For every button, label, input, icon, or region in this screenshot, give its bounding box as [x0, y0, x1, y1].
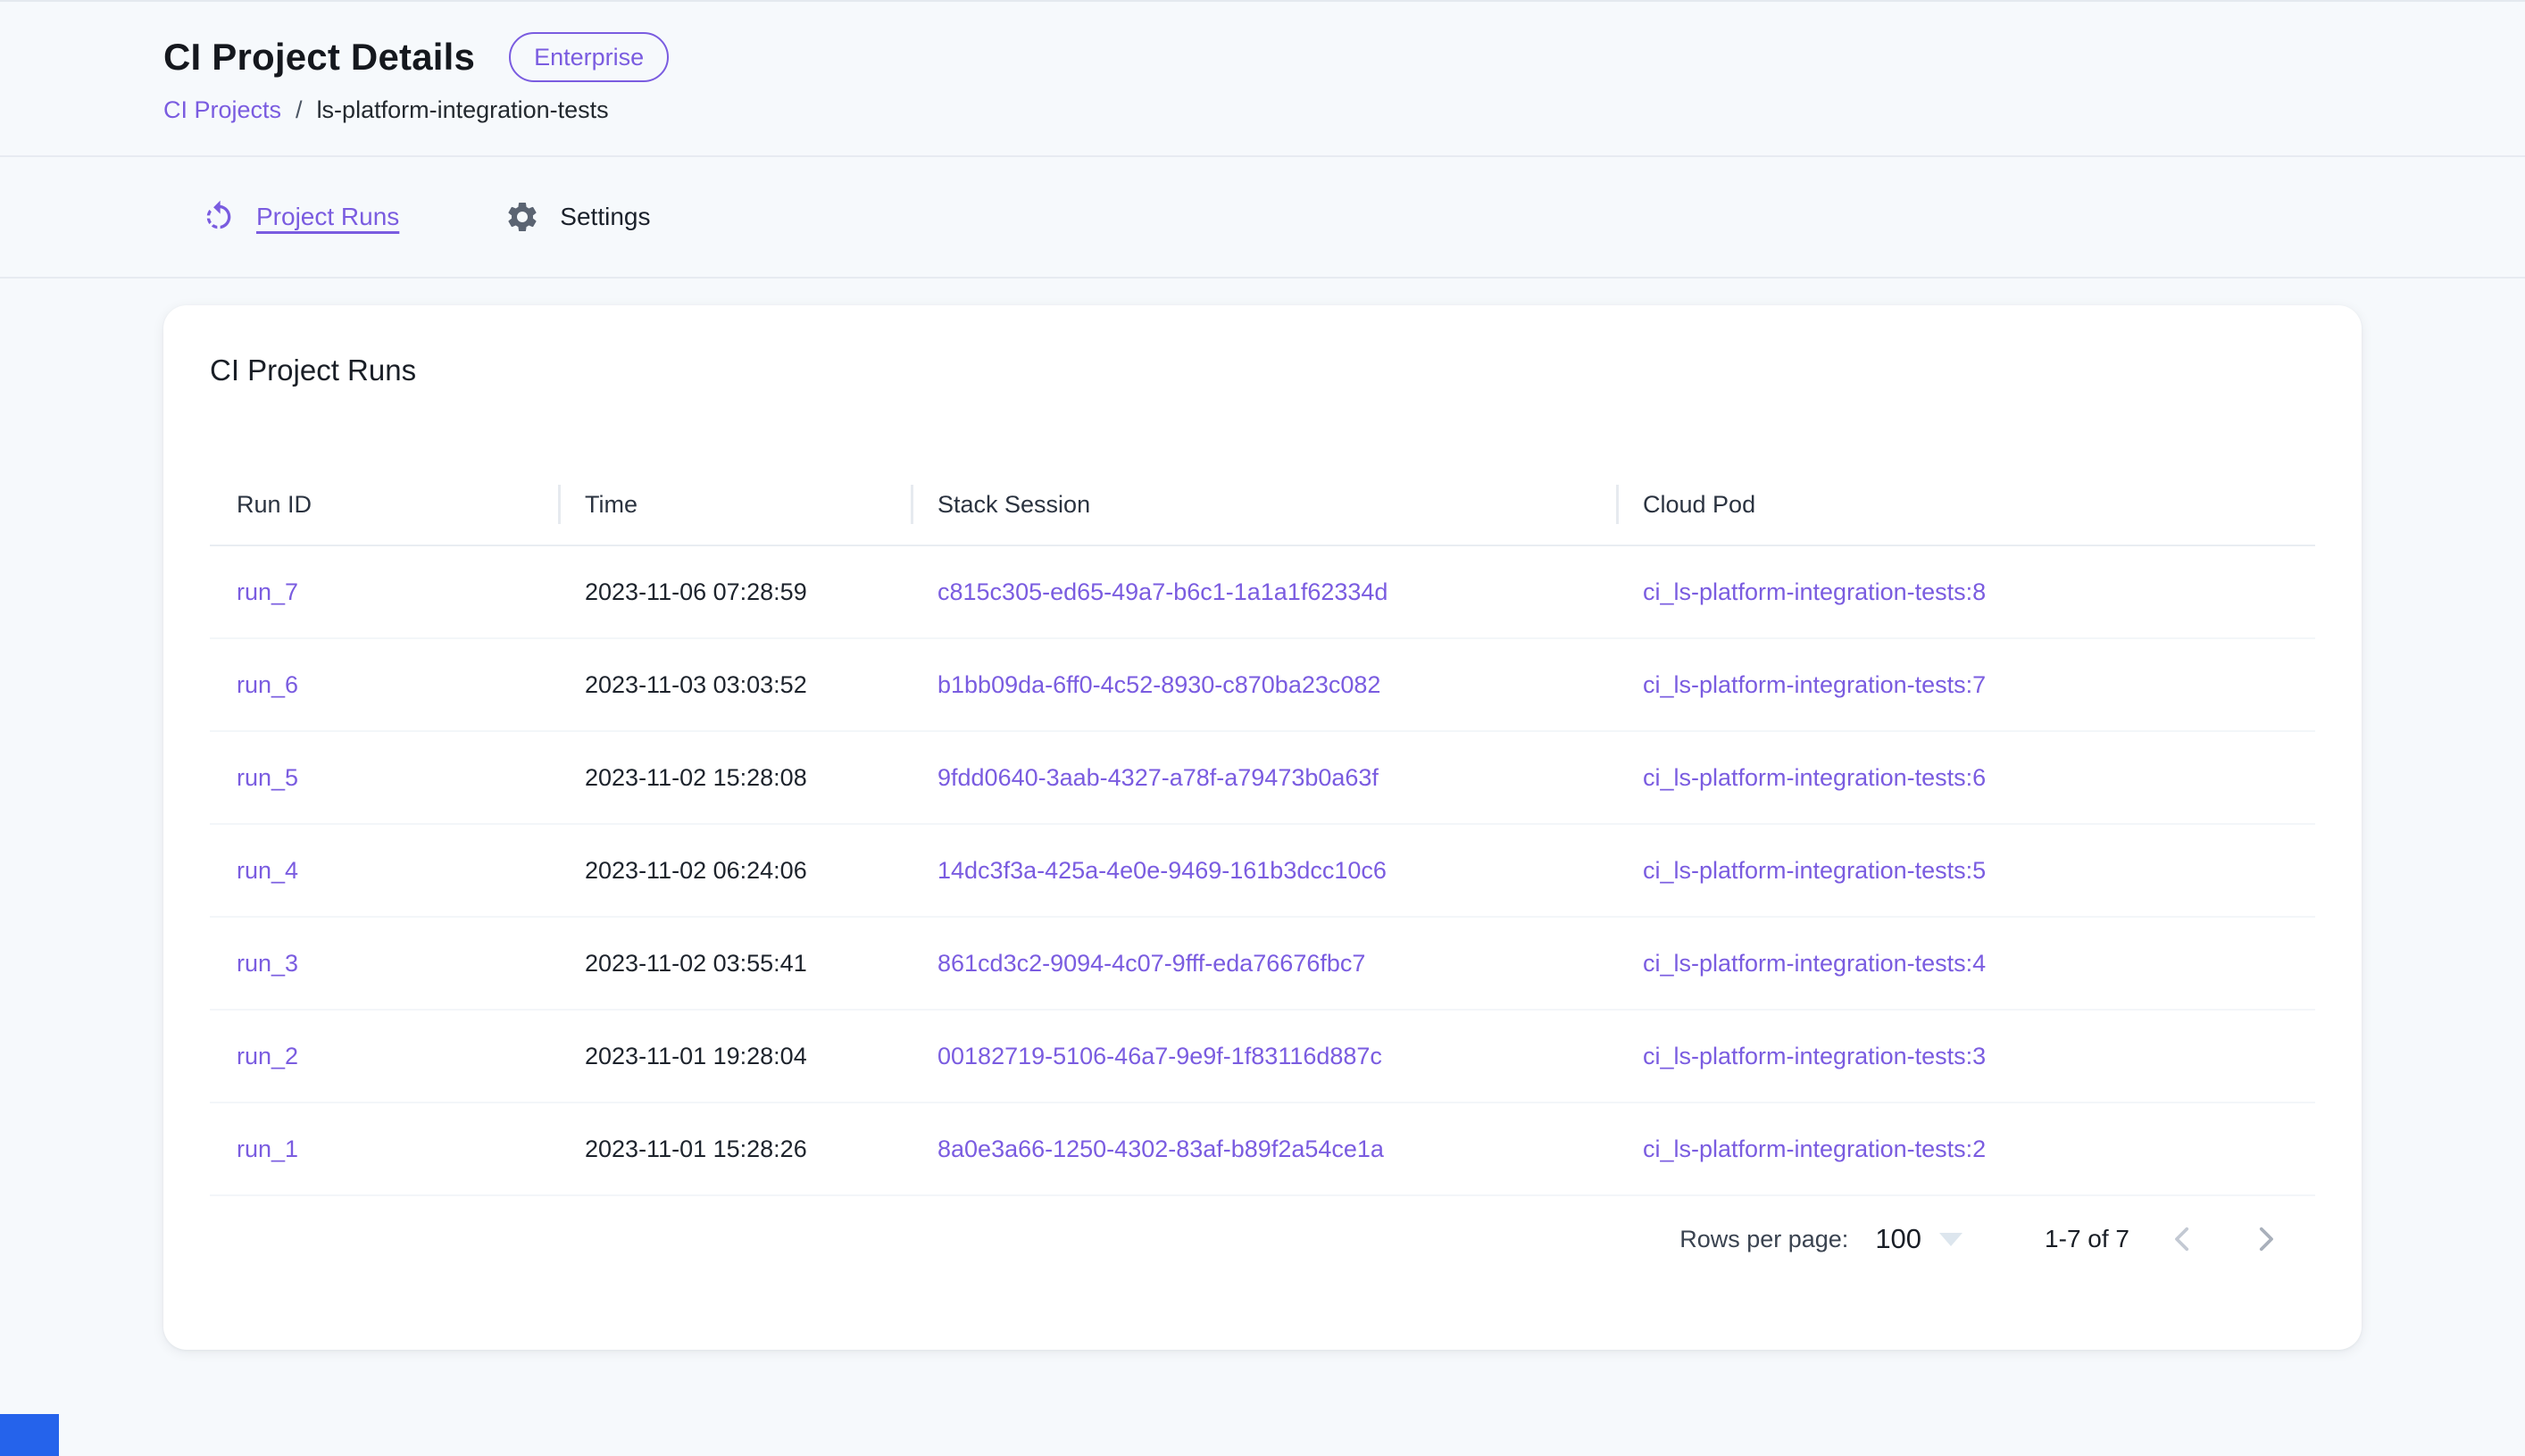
table-row: run_6 2023-11-03 03:03:52 b1bb09da-6ff0-…	[210, 639, 2315, 732]
rows-per-page-value: 100	[1875, 1223, 1921, 1255]
table-header-row: Run ID Time Stack Session Cloud Pod	[210, 464, 2315, 546]
cloud-pod-link[interactable]: ci_ls-platform-integration-tests:2	[1643, 1136, 1986, 1162]
column-separator	[1616, 485, 1619, 524]
time-cell: 2023-11-03 03:03:52	[585, 671, 807, 698]
gear-icon	[504, 199, 540, 235]
table-row: run_4 2023-11-02 06:24:06 14dc3f3a-425a-…	[210, 825, 2315, 918]
column-separator	[911, 485, 913, 524]
chevron-left-icon	[2168, 1224, 2198, 1254]
chevron-right-icon	[2250, 1224, 2280, 1254]
breadcrumb-separator: /	[296, 96, 303, 124]
time-cell: 2023-11-01 19:28:04	[585, 1043, 807, 1069]
cloud-pod-link[interactable]: ci_ls-platform-integration-tests:5	[1643, 857, 1986, 884]
cloud-pod-link[interactable]: ci_ls-platform-integration-tests:6	[1643, 764, 1986, 791]
time-cell: 2023-11-02 06:24:06	[585, 857, 807, 884]
time-cell: 2023-11-02 03:55:41	[585, 950, 807, 977]
cloud-pod-link[interactable]: ci_ls-platform-integration-tests:4	[1643, 950, 1986, 977]
time-cell: 2023-11-02 15:28:08	[585, 764, 807, 791]
rows-per-page-select[interactable]: 100	[1875, 1223, 1962, 1255]
column-separator	[558, 485, 561, 524]
stack-session-link[interactable]: c815c305-ed65-49a7-b6c1-1a1a1f62334d	[938, 578, 1388, 605]
stack-session-link[interactable]: 9fdd0640-3aab-4327-a78f-a79473b0a63f	[938, 764, 1379, 791]
time-cell: 2023-11-06 07:28:59	[585, 578, 807, 605]
stack-session-link[interactable]: 861cd3c2-9094-4c07-9fff-eda76676fbc7	[938, 950, 1365, 977]
column-header-stack-session: Stack Session	[911, 491, 1616, 519]
stack-session-link[interactable]: b1bb09da-6ff0-4c52-8930-c870ba23c082	[938, 671, 1380, 698]
run-id-link[interactable]: run_5	[237, 764, 298, 791]
stack-session-link[interactable]: 00182719-5106-46a7-9e9f-1f83116d887c	[938, 1043, 1382, 1069]
table-row: run_2 2023-11-01 19:28:04 00182719-5106-…	[210, 1011, 2315, 1103]
time-cell: 2023-11-01 15:28:26	[585, 1136, 807, 1162]
stack-session-link[interactable]: 8a0e3a66-1250-4302-83af-b89f2a54ce1a	[938, 1136, 1384, 1162]
table-row: run_3 2023-11-02 03:55:41 861cd3c2-9094-…	[210, 918, 2315, 1011]
pagination-range: 1-7 of 7	[2045, 1225, 2129, 1253]
chevron-down-icon	[1939, 1233, 1962, 1246]
rotate-left-icon	[201, 199, 237, 235]
tab-settings-label: Settings	[560, 203, 650, 231]
run-id-link[interactable]: run_1	[237, 1136, 298, 1162]
tab-settings[interactable]: Settings	[504, 199, 650, 235]
runs-table: Run ID Time Stack Session Cloud Pod run_…	[210, 464, 2315, 1196]
column-header-time: Time	[558, 491, 911, 519]
run-id-link[interactable]: run_4	[237, 857, 298, 884]
table-row: run_1 2023-11-01 15:28:26 8a0e3a66-1250-…	[210, 1103, 2315, 1196]
tab-project-runs[interactable]: Project Runs	[201, 199, 399, 235]
table-row: run_5 2023-11-02 15:28:08 9fdd0640-3aab-…	[210, 732, 2315, 825]
run-id-link[interactable]: run_7	[237, 578, 298, 605]
card-title: CI Project Runs	[210, 354, 2315, 387]
tab-project-runs-label: Project Runs	[256, 203, 399, 231]
tabbar-divider	[0, 277, 2525, 279]
breadcrumb-parent-link[interactable]: CI Projects	[163, 96, 281, 124]
ci-project-runs-card: CI Project Runs Run ID Time Stack Sessio…	[163, 305, 2362, 1350]
tab-bar: Project Runs Settings	[0, 157, 2525, 277]
pagination-bar: Rows per page: 100 1-7 of 7	[210, 1196, 2315, 1282]
enterprise-badge: Enterprise	[509, 32, 669, 82]
column-header-run-id: Run ID	[210, 491, 558, 519]
page-title: CI Project Details	[163, 36, 475, 79]
column-header-cloud-pod: Cloud Pod	[1616, 491, 2315, 519]
bottom-left-blue-widget[interactable]	[0, 1414, 59, 1456]
previous-page-button[interactable]	[2154, 1211, 2212, 1268]
page-header: CI Project Details Enterprise CI Project…	[0, 2, 2525, 155]
cloud-pod-link[interactable]: ci_ls-platform-integration-tests:7	[1643, 671, 1986, 698]
table-row: run_7 2023-11-06 07:28:59 c815c305-ed65-…	[210, 546, 2315, 639]
stack-session-link[interactable]: 14dc3f3a-425a-4e0e-9469-161b3dcc10c6	[938, 857, 1387, 884]
breadcrumb: CI Projects / ls-platform-integration-te…	[163, 96, 2525, 124]
run-id-link[interactable]: run_3	[237, 950, 298, 977]
cloud-pod-link[interactable]: ci_ls-platform-integration-tests:8	[1643, 578, 1986, 605]
run-id-link[interactable]: run_6	[237, 671, 298, 698]
next-page-button[interactable]	[2237, 1211, 2294, 1268]
run-id-link[interactable]: run_2	[237, 1043, 298, 1069]
table-body: run_7 2023-11-06 07:28:59 c815c305-ed65-…	[210, 546, 2315, 1196]
breadcrumb-current: ls-platform-integration-tests	[317, 96, 609, 124]
rows-per-page-label: Rows per page:	[1679, 1226, 1848, 1253]
cloud-pod-link[interactable]: ci_ls-platform-integration-tests:3	[1643, 1043, 1986, 1069]
